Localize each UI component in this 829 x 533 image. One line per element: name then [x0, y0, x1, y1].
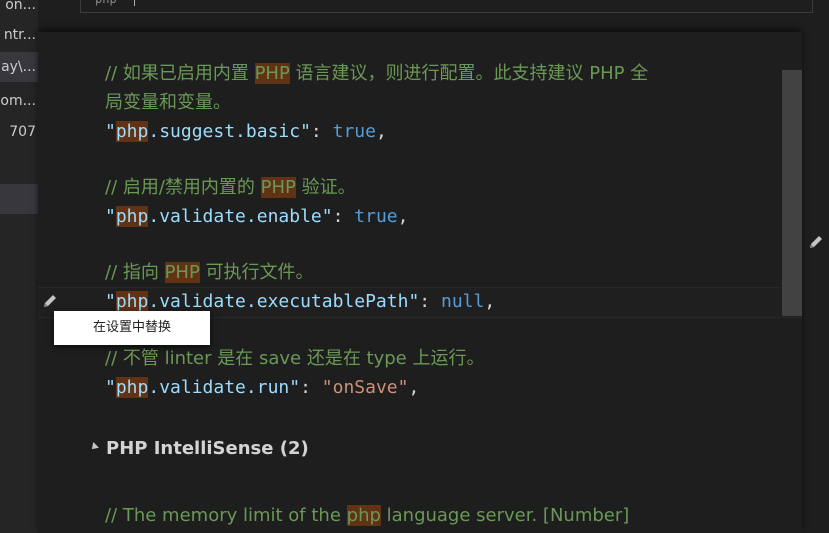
setting-comment: // 指向 PHP 可执行文件。: [105, 262, 314, 283]
sidebar-item-label: ntr...: [3, 27, 36, 43]
sidebar-item-label: on...: [5, 0, 36, 13]
settings-search-input[interactable]: php: [80, 0, 813, 13]
replace-in-settings-menu-item[interactable]: 在设置中替换: [54, 317, 210, 339]
setting-comment-continued: 局变量和变量。: [105, 92, 231, 113]
sidebar-item[interactable]: ntr...: [0, 20, 38, 50]
setting-comment: // The memory limit of the php language …: [105, 505, 630, 526]
sidebar-highlight-row[interactable]: [0, 184, 38, 214]
edit-pencil-icon[interactable]: [41, 292, 59, 310]
setting-validate-run[interactable]: "php.validate.run": "onSave",: [105, 374, 419, 402]
sidebar-item[interactable]: 707: [0, 117, 38, 147]
text-caret: [134, 0, 135, 6]
setting-comment: // 启用/禁用内置的 PHP 验证。: [105, 177, 356, 198]
sidebar-item[interactable]: on...: [0, 0, 38, 20]
edit-pencil-icon[interactable]: [807, 233, 825, 251]
sidebar-item-selected[interactable]: ay\...: [0, 52, 38, 82]
search-value: php: [95, 0, 117, 6]
section-title: PHP IntelliSense (2): [106, 438, 309, 459]
sidebar-item-label: com...: [0, 93, 36, 109]
setting-comment: // 不管 linter 是在 save 还是在 type 上运行。: [105, 348, 485, 369]
sidebar-item-label: ay\...: [1, 59, 36, 75]
context-menu: 在设置中替换: [54, 311, 210, 345]
setting-suggest-basic[interactable]: "php.suggest.basic": true,: [105, 118, 387, 146]
section-header-php-intellisense[interactable]: PHP IntelliSense (2): [89, 436, 309, 462]
sidebar-item-label: 707: [9, 124, 36, 140]
sidebar-item[interactable]: com...: [0, 86, 38, 116]
setting-validate-enable[interactable]: "php.validate.enable": true,: [105, 203, 408, 231]
vertical-scrollbar[interactable]: [782, 70, 802, 316]
setting-comment: // 如果已启用内置 PHP 语言建议，则进行配置。此支持建议 PHP 全: [105, 63, 649, 84]
collapse-triangle-icon: [89, 442, 99, 452]
explorer-sidebar: on... ntr... ay\... com... 707: [0, 0, 38, 533]
